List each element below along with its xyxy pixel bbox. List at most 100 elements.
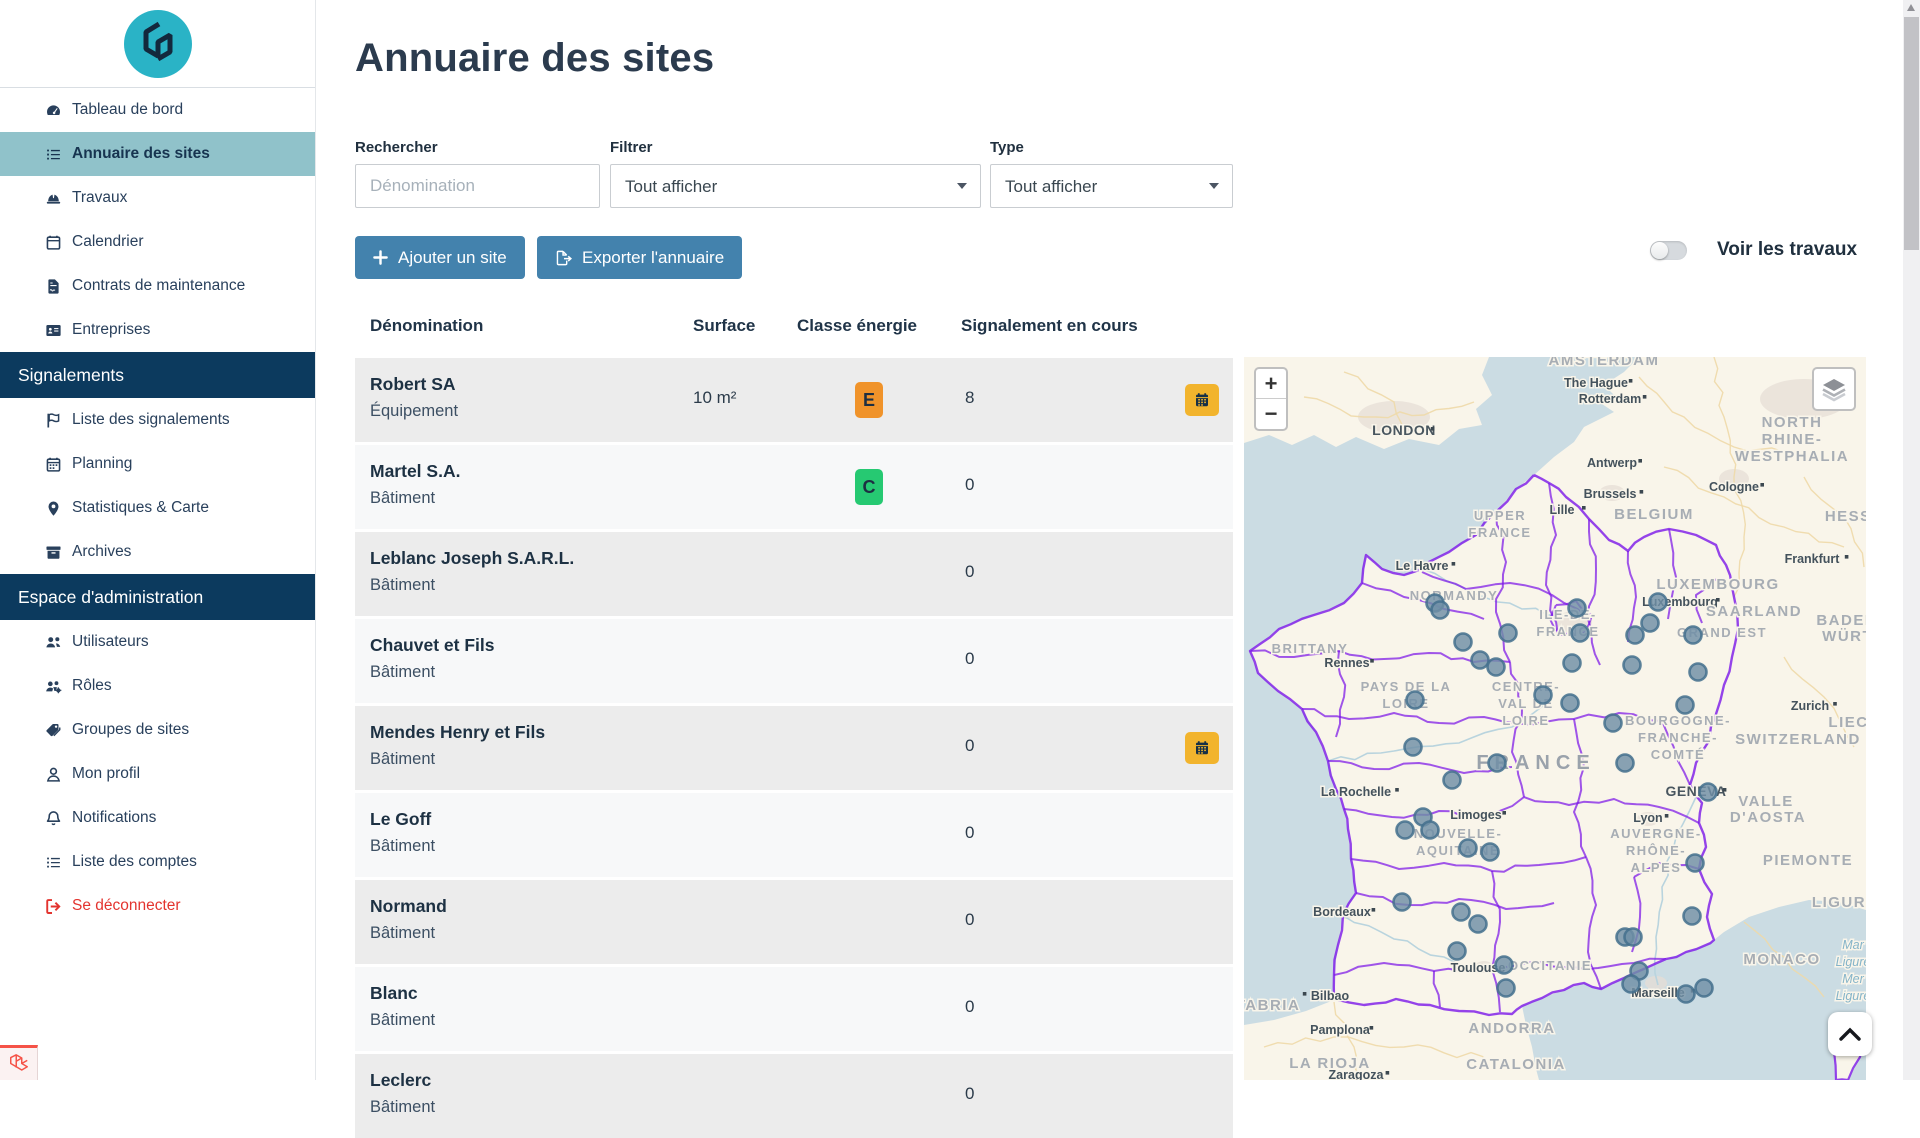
site-map-marker[interactable] [1617, 755, 1634, 772]
site-map-marker[interactable] [1405, 739, 1422, 756]
sidebar-item-contrats-de-maintenance[interactable]: Contrats de maintenance [0, 264, 315, 308]
map-layers-control[interactable] [1812, 367, 1856, 411]
site-map-marker[interactable] [1455, 634, 1472, 651]
card-icon [38, 322, 68, 339]
map[interactable]: AMSTERDAMThe HagueRotterdamLONDONAntwerp… [1244, 357, 1866, 1080]
sidebar-item-tableau-de-bord[interactable]: Tableau de bord [0, 88, 315, 132]
map-zoom-in-button[interactable]: + [1256, 369, 1286, 399]
site-map-marker[interactable] [1696, 980, 1713, 997]
sidebar-item-label: Statistiques & Carte [72, 499, 209, 517]
site-map-marker[interactable] [1453, 904, 1470, 921]
site-map-marker[interactable] [1394, 894, 1411, 911]
table-row[interactable]: Robert SAÉquipement10 m²E8 [355, 358, 1233, 442]
map-label: LIGURIA [1812, 894, 1866, 911]
sidebar-item-label: Calendrier [72, 233, 144, 251]
site-map-marker[interactable] [1700, 784, 1717, 801]
site-map-marker[interactable] [1564, 655, 1581, 672]
table-row[interactable]: Leblanc Joseph S.A.R.L.Bâtiment0 [355, 532, 1233, 616]
filter-select[interactable]: Tout afficher [610, 164, 981, 208]
site-map-marker[interactable] [1572, 625, 1589, 642]
table-row[interactable]: Le GoffBâtiment0 [355, 793, 1233, 877]
show-works-label: Voir les travaux [1717, 239, 1857, 261]
site-map-marker[interactable] [1449, 943, 1466, 960]
scrollbar-up-arrow[interactable] [1907, 4, 1915, 11]
sidebar-item-liste-des-signalements[interactable]: Liste des signalements [0, 398, 315, 442]
sidebar-item-planning[interactable]: Planning [0, 442, 315, 486]
site-map-marker[interactable] [1482, 844, 1499, 861]
site-map-marker[interactable] [1625, 929, 1642, 946]
add-site-button[interactable]: Ajouter un site [355, 236, 525, 279]
export-directory-button[interactable]: Exporter l'annuaire [537, 236, 742, 279]
maintenance-calendar-button[interactable] [1185, 732, 1219, 764]
browser-scrollbar[interactable] [1903, 0, 1920, 1080]
site-map-marker[interactable] [1489, 755, 1506, 772]
sidebar-item-se-deconnecter[interactable]: Se déconnecter [0, 884, 315, 928]
site-map-marker[interactable] [1605, 715, 1622, 732]
map-label: Bilbao [1311, 989, 1350, 1003]
scroll-to-top-button[interactable] [1828, 1012, 1872, 1056]
table-row[interactable]: Mendes Henry et FilsBâtiment0 [355, 706, 1233, 790]
site-name: Leclerc [370, 1070, 431, 1091]
site-map-marker[interactable] [1642, 615, 1659, 632]
site-map-marker[interactable] [1488, 659, 1505, 676]
site-map-marker[interactable] [1500, 625, 1517, 642]
table-row[interactable]: NormandBâtiment0 [355, 880, 1233, 964]
map-label: BADEN- [1816, 612, 1866, 629]
scrollbar-thumb[interactable] [1904, 17, 1919, 250]
energy-class-badge: E [855, 382, 883, 418]
type-select[interactable]: Tout afficher [990, 164, 1233, 208]
sidebar-item-notifications[interactable]: Notifications [0, 796, 315, 840]
sidebar-item-utilisateurs[interactable]: Utilisateurs [0, 620, 315, 664]
site-map-marker[interactable] [1685, 627, 1702, 644]
sidebar-item-mon-profil[interactable]: Mon profil [0, 752, 315, 796]
sidebar-item-roles[interactable]: Rôles [0, 664, 315, 708]
site-map-marker[interactable] [1422, 822, 1439, 839]
search-input[interactable] [355, 164, 600, 208]
table-row[interactable]: LeclercBâtiment0 [355, 1054, 1233, 1138]
site-map-marker[interactable] [1684, 908, 1701, 925]
signalement-count: 0 [965, 997, 974, 1017]
sidebar-item-statistiques-carte[interactable]: Statistiques & Carte [0, 486, 315, 530]
table-row[interactable]: Chauvet et FilsBâtiment0 [355, 619, 1233, 703]
map-label: AUVERGNE- [1610, 826, 1702, 841]
site-map-marker[interactable] [1472, 652, 1489, 669]
site-map-marker[interactable] [1498, 980, 1515, 997]
site-map-marker[interactable] [1397, 822, 1414, 839]
site-map-marker[interactable] [1444, 772, 1461, 789]
sidebar-item-entreprises[interactable]: Entreprises [0, 308, 315, 352]
site-name: Chauvet et Fils [370, 635, 494, 656]
site-map-marker[interactable] [1407, 692, 1424, 709]
map-canvas[interactable]: AMSTERDAMThe HagueRotterdamLONDONAntwerp… [1244, 357, 1866, 1080]
site-map-marker[interactable] [1678, 986, 1695, 1003]
site-map-marker[interactable] [1432, 602, 1449, 619]
sidebar-item-travaux[interactable]: Travaux [0, 176, 315, 220]
sidebar-item-label: Groupes de sites [72, 721, 189, 739]
site-map-marker[interactable] [1569, 600, 1586, 617]
site-map-marker[interactable] [1623, 976, 1640, 993]
map-label: Zaragoza [1329, 1068, 1385, 1080]
sidebar-item-groupes-de-sites[interactable]: Groupes de sites [0, 708, 315, 752]
sidebar-item-liste-des-comptes[interactable]: Liste des comptes [0, 840, 315, 884]
site-map-marker[interactable] [1687, 855, 1704, 872]
sidebar-item-calendrier[interactable]: Calendrier [0, 220, 315, 264]
site-map-marker[interactable] [1650, 594, 1667, 611]
site-map-marker[interactable] [1677, 697, 1694, 714]
map-zoom-out-button[interactable]: − [1256, 399, 1286, 429]
laravel-debugbar-button[interactable] [0, 1045, 38, 1080]
maintenance-calendar-button[interactable] [1185, 384, 1219, 416]
show-works-toggle[interactable] [1650, 241, 1687, 260]
caldays-icon [38, 456, 68, 473]
site-map-marker[interactable] [1460, 840, 1477, 857]
site-map-marker[interactable] [1624, 657, 1641, 674]
site-map-marker[interactable] [1562, 695, 1579, 712]
site-map-marker[interactable] [1535, 687, 1552, 704]
site-map-marker[interactable] [1470, 916, 1487, 933]
table-row[interactable]: BlancBâtiment0 [355, 967, 1233, 1051]
sidebar-item-annuaire-des-sites[interactable]: Annuaire des sites [0, 132, 315, 176]
site-map-marker[interactable] [1627, 627, 1644, 644]
site-map-marker[interactable] [1690, 664, 1707, 681]
sidebar-item-archives[interactable]: Archives [0, 530, 315, 574]
app-logo[interactable] [0, 0, 315, 88]
table-row[interactable]: Martel S.A.BâtimentC0 [355, 445, 1233, 529]
site-map-marker[interactable] [1496, 957, 1513, 974]
